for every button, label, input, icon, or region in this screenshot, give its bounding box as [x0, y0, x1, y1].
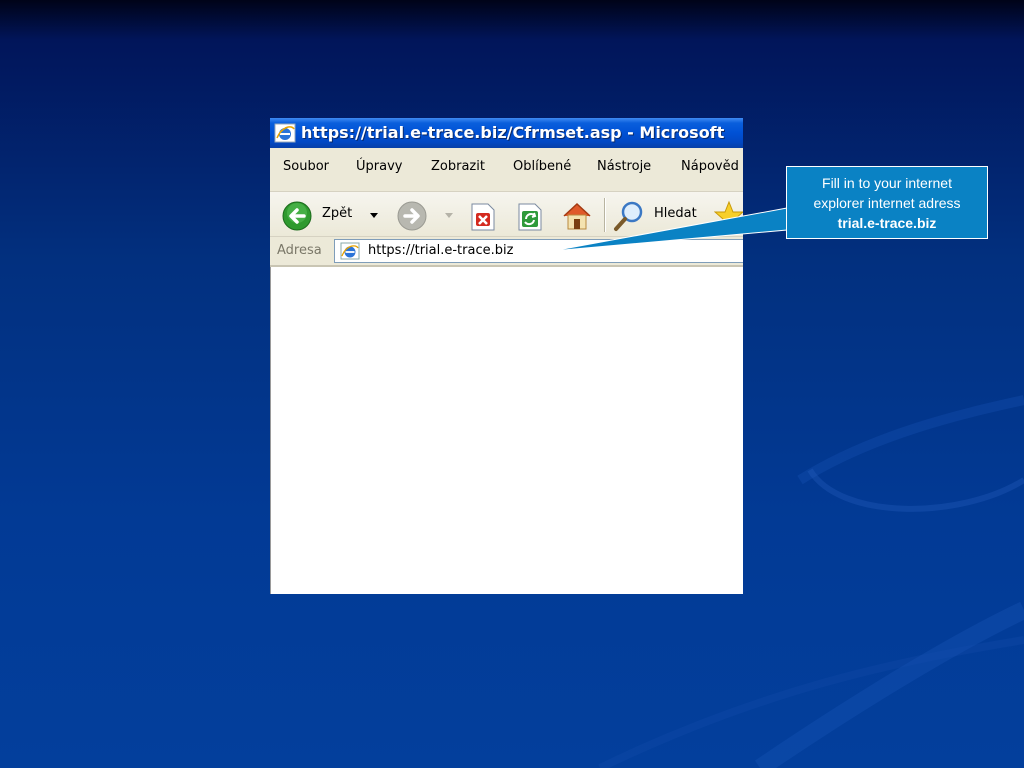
menu-bar: Soubor Úpravy Zobrazit Oblíbené Nástroje…: [270, 148, 743, 192]
stop-icon[interactable]: [469, 202, 497, 232]
menu-upravy[interactable]: Úpravy: [356, 159, 402, 174]
title-bar: https://trial.e-trace.biz/Cfrmset.asp - …: [270, 118, 743, 148]
menu-zobrazit[interactable]: Zobrazit: [431, 159, 485, 174]
page-content-area: [270, 267, 743, 594]
forward-dropdown-arrow-icon[interactable]: [444, 212, 454, 220]
callout-line-2: explorer internet adress: [813, 195, 961, 211]
window-title: https://trial.e-trace.biz/Cfrmset.asp - …: [301, 123, 725, 142]
address-bar: Adresa https://trial.e-trace.biz: [270, 237, 743, 267]
callout-line-1: Fill in to your internet: [822, 175, 952, 191]
toolbar-separator: [604, 198, 606, 232]
favorites-star-icon[interactable]: [714, 200, 743, 232]
menu-soubor[interactable]: Soubor: [283, 159, 329, 174]
instruction-callout: Fill in to your internet explorer intern…: [786, 166, 988, 239]
internet-explorer-icon: [274, 123, 296, 143]
menu-napoveda[interactable]: Nápověd: [681, 159, 739, 174]
home-icon[interactable]: [560, 200, 594, 232]
menu-oblibene[interactable]: Oblíbené: [513, 159, 571, 174]
back-arrow-icon[interactable]: [282, 201, 312, 231]
address-url[interactable]: https://trial.e-trace.biz: [368, 243, 513, 258]
browser-window: https://trial.e-trace.biz/Cfrmset.asp - …: [270, 118, 743, 594]
refresh-icon[interactable]: [516, 202, 544, 232]
back-button-label[interactable]: Zpět: [322, 206, 352, 221]
toolbar: Zpět Hledat: [270, 192, 743, 237]
search-icon[interactable]: [612, 200, 646, 232]
address-label: Adresa: [277, 243, 322, 258]
forward-arrow-icon[interactable]: [397, 201, 427, 231]
menu-nastroje[interactable]: Nástroje: [597, 159, 651, 174]
callout-url: trial.e-trace.biz: [837, 215, 937, 231]
page-icon: [340, 242, 360, 260]
dropdown-arrow-icon[interactable]: [369, 212, 379, 220]
address-input[interactable]: https://trial.e-trace.biz: [334, 239, 743, 263]
search-button-label[interactable]: Hledat: [654, 206, 697, 221]
slide: https://trial.e-trace.biz/Cfrmset.asp - …: [0, 0, 1024, 768]
